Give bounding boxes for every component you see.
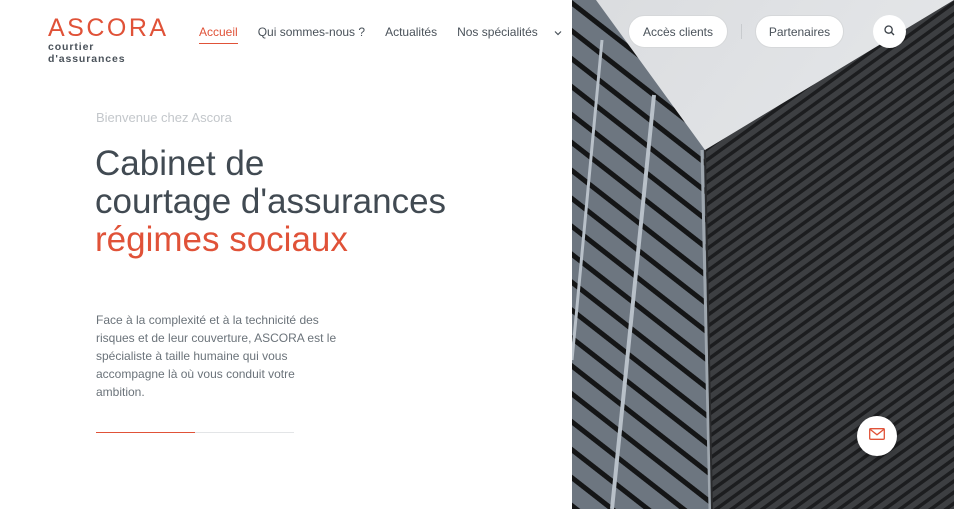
site-logo[interactable]: ASCORA courtier d'assurances	[48, 14, 170, 66]
partners-button[interactable]: Partenaires	[755, 15, 844, 48]
hero-headline-line-2: courtage d'assurances	[95, 182, 447, 221]
mail-icon	[869, 427, 885, 445]
nav-item-accueil[interactable]: Accueil	[199, 25, 238, 44]
hero-headline-accent: régimes sociaux	[95, 220, 348, 259]
hero-intro-text: Face à la complexité et à la technicité …	[96, 313, 337, 399]
slider-progress-bar	[96, 432, 294, 433]
chevron-down-icon[interactable]	[554, 30, 562, 36]
search-button[interactable]	[873, 15, 906, 48]
main-nav: Accueil Qui sommes-nous ? Actualités Nos…	[199, 24, 562, 44]
logo-wordmark: ASCORA	[48, 14, 169, 42]
logo-tagline: courtier d'assurances	[48, 41, 126, 65]
header-divider	[741, 24, 742, 39]
nav-item-qui-sommes-nous[interactable]: Qui sommes-nous ?	[258, 25, 365, 39]
hero-eyebrow: Bienvenue chez Ascora	[96, 110, 232, 125]
client-access-button[interactable]: Accès clients	[628, 15, 728, 48]
nav-item-actualites[interactable]: Actualités	[385, 25, 437, 39]
hero-headline-line-1: Cabinet de	[95, 144, 265, 183]
nav-item-nos-specialites[interactable]: Nos spécialités	[457, 25, 562, 39]
slider-progress-fill	[96, 432, 195, 433]
search-icon	[884, 23, 895, 41]
hero-headline: Cabinet de courtage d'assurances régimes…	[95, 145, 555, 259]
contact-mail-button[interactable]	[857, 416, 897, 456]
nav-item-nos-specialites-label: Nos spécialités	[457, 25, 538, 39]
